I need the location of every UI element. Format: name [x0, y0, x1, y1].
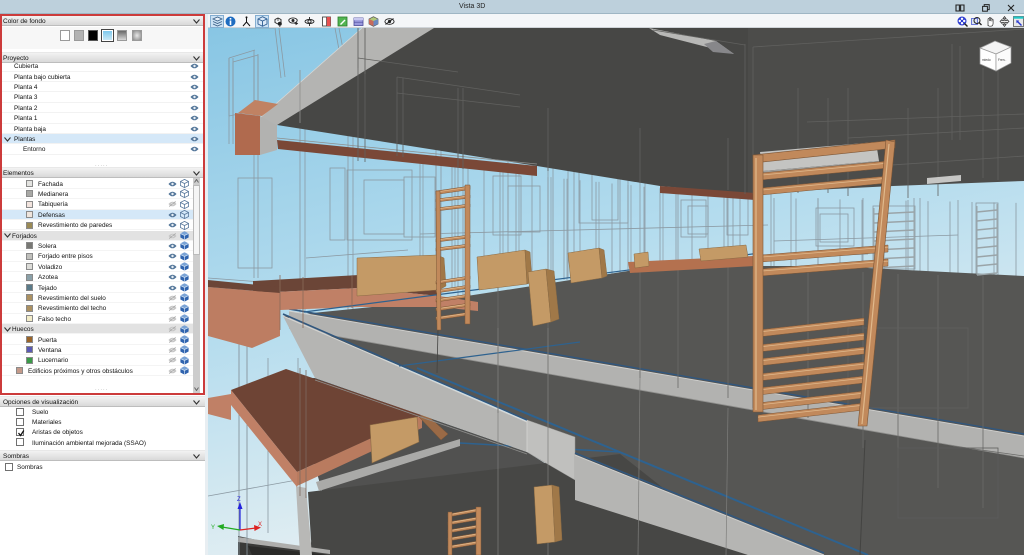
svg-text:Y: Y: [211, 525, 215, 531]
svg-text:Fren..: Fren..: [998, 58, 1006, 62]
svg-text:miedo: miedo: [982, 58, 991, 62]
svg-text:Z: Z: [237, 497, 241, 503]
svg-text:X: X: [258, 522, 262, 528]
